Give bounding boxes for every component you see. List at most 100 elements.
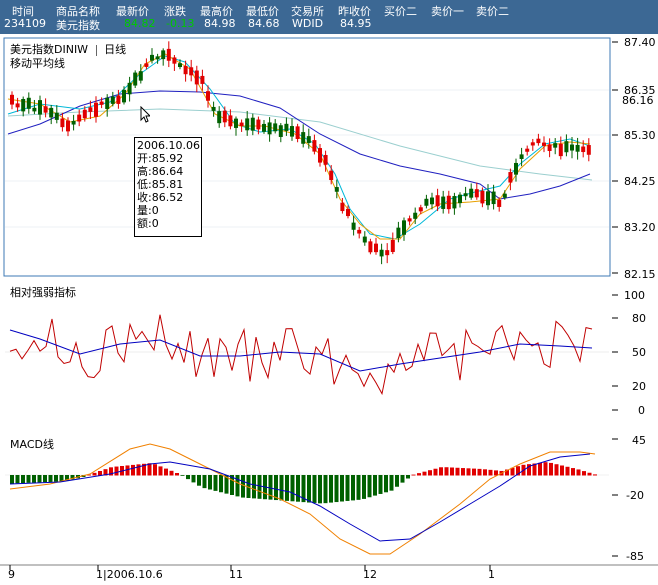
candle-body (94, 102, 98, 117)
ma-fast-line (7, 53, 591, 240)
candle-body (262, 123, 266, 132)
value-last: 84.82 (124, 17, 156, 30)
macd-histogram-bar (351, 475, 355, 501)
macd-histogram-bar (197, 475, 201, 486)
candle-body (379, 249, 384, 257)
candle-body (88, 107, 93, 112)
tooltip-volume: 量:0 (137, 204, 159, 217)
candle-body (267, 122, 272, 135)
macd-histogram-bar (329, 475, 333, 503)
candle-body (463, 193, 468, 197)
macd-histogram-bar (296, 475, 300, 502)
macd-histogram-bar (384, 475, 388, 493)
candle-body (172, 57, 177, 64)
price-tick-label: 83.20 (624, 221, 656, 234)
candle-body (525, 148, 530, 152)
macd-histogram-bar (428, 470, 432, 476)
tooltip-open: 开:85.92 (137, 152, 184, 165)
candle-body (312, 140, 317, 152)
macd-histogram-bar (411, 474, 416, 476)
macd-histogram-bar (98, 471, 102, 476)
macd-histogram-bar (92, 472, 97, 476)
candle-body (553, 143, 558, 148)
candle-body (385, 250, 390, 256)
chart-area[interactable]: 87.40 86.35 86.16 85.30 84.25 83.20 82.1… (0, 34, 658, 582)
macd-histogram-bar (312, 475, 317, 503)
chart-canvas[interactable]: 87.40 86.35 86.16 85.30 84.25 83.20 82.1… (0, 34, 658, 582)
macd-histogram-bar (257, 475, 262, 499)
macd-histogram-bar (252, 475, 256, 499)
candle-body (441, 196, 446, 209)
period-label[interactable]: 日线 (104, 43, 126, 56)
candle-body (290, 126, 294, 137)
candle-body (116, 95, 121, 104)
date-label-jan: 1 (488, 568, 495, 581)
candle-body (273, 123, 278, 132)
macd-histogram-bar (307, 475, 311, 503)
candle-body (200, 75, 205, 84)
macd-histogram-bar (164, 468, 168, 476)
macd-histogram-bar (417, 473, 421, 476)
macd-histogram-bar (461, 468, 465, 476)
value-high: 84.98 (204, 17, 236, 30)
macd-histogram-bar (54, 475, 58, 482)
macd-histogram-bar (571, 468, 575, 476)
candle-body (71, 120, 76, 125)
candle-body (396, 227, 401, 239)
macd-histogram-bar (241, 475, 245, 498)
macd-histogram-bar (32, 475, 36, 483)
candle-body (508, 172, 513, 183)
candle-body (390, 239, 395, 252)
col-header-ask2[interactable]: 卖价二 (476, 3, 509, 19)
candle-body (99, 101, 104, 105)
price-tick-label: 86.16 (622, 94, 654, 107)
candle-body (150, 54, 154, 61)
macd-histogram-bar (334, 475, 339, 503)
macd-histogram-bar (400, 475, 405, 483)
candle-body (340, 202, 345, 212)
rsi-tick-label: 50 (632, 346, 646, 359)
candle-body (446, 195, 451, 210)
rsi-tick-label: 100 (624, 289, 645, 302)
candle-body (284, 123, 289, 131)
rsi-tick-label: 0 (638, 404, 645, 417)
candle-body (256, 119, 261, 130)
col-header-ask1[interactable]: 卖价一 (431, 3, 464, 19)
macd-histogram-bar (488, 469, 493, 476)
tooltip-amount: 额:0 (137, 217, 159, 230)
macd-histogram-bar (389, 475, 394, 491)
candle-body (43, 106, 48, 113)
tooltip-low: 低:85.81 (137, 178, 184, 191)
candle-body (21, 98, 26, 112)
macd-histogram-bar (153, 464, 157, 476)
macd-histogram-bar (48, 475, 53, 482)
candle-body (189, 67, 194, 76)
candle-body (357, 229, 362, 234)
candle-body (407, 218, 412, 222)
candle-body (278, 125, 283, 137)
candle-body (374, 243, 378, 253)
title-separator (95, 44, 97, 56)
candle-body (133, 72, 138, 86)
macd-histogram-bar (147, 463, 152, 476)
macd-histogram-bar (439, 467, 443, 476)
candle-body (194, 70, 199, 85)
candle-body (122, 89, 126, 103)
col-header-bid2[interactable]: 买价二 (384, 3, 417, 19)
candles (10, 41, 591, 265)
rsi-panel-title: 相对强弱指标 (10, 286, 76, 299)
candle-body (239, 122, 244, 127)
value-exchange: WDID (292, 17, 324, 30)
macd-histogram-bar (560, 465, 564, 476)
candle-body (480, 190, 485, 204)
macd-histogram-bar (576, 469, 581, 476)
ma-mid-line (7, 55, 591, 240)
macd-histogram-bar (593, 474, 597, 476)
rsi-slow-line (9, 329, 593, 372)
candle-body (542, 142, 546, 146)
rsi-chart (5, 314, 609, 396)
candle-body (346, 208, 350, 217)
macd-histogram-bar (169, 470, 174, 476)
macd-histogram-bar (444, 467, 449, 476)
candle-body (38, 100, 42, 115)
